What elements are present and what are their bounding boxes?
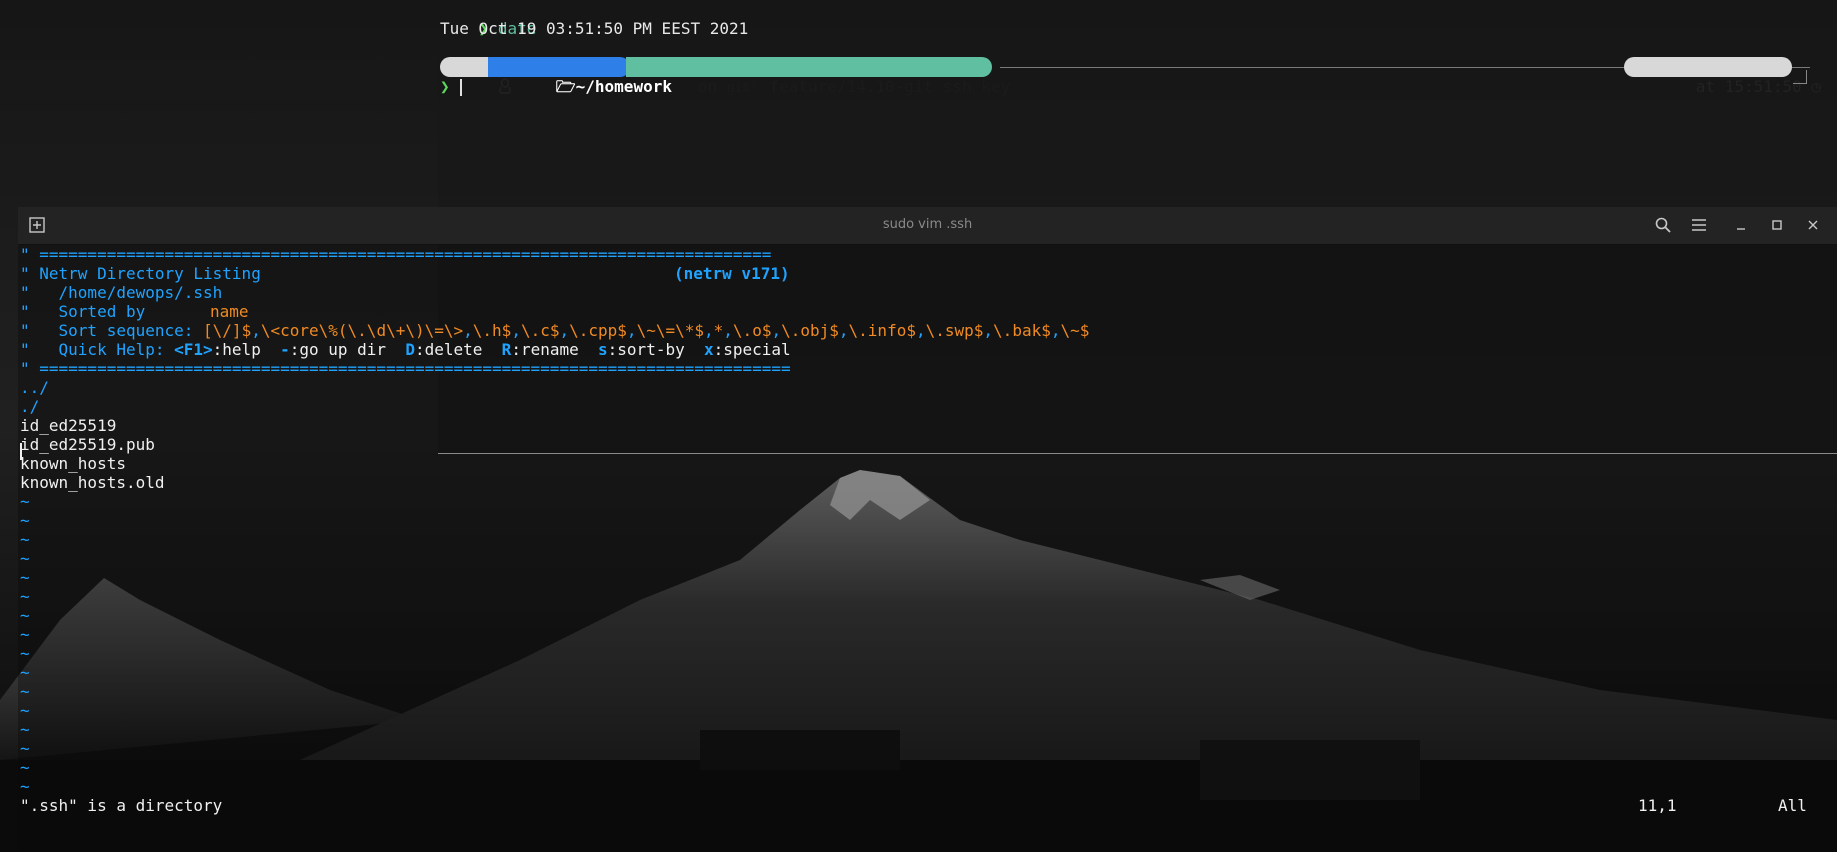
sort-separator: , [723,321,733,340]
scroll-indicator: All [1778,796,1807,815]
minimize-icon[interactable] [1732,216,1752,236]
help-action: :sort-by [607,340,704,359]
sort-separator: , [251,321,261,340]
sort-separator: , [559,321,570,340]
window-titlebar[interactable]: sudo vim .ssh [18,207,1837,245]
sort-pattern: \.info$ [848,321,916,340]
folder-icon: 🗁 [555,77,576,96]
file-entry[interactable]: id_ed25519 [20,416,116,435]
tilde-line: ~ [20,549,30,568]
new-tab-icon[interactable] [28,216,48,236]
help-action: :delete [414,340,502,359]
file-entry[interactable]: known_hosts [20,454,126,473]
cursor-position: 11,1 [1638,796,1677,815]
close-icon[interactable] [1804,216,1824,236]
netrw-sorted-by: " Sorted by name [20,302,249,321]
directory-segment: 🗁~/homework [488,57,672,96]
sort-pattern: \~\=\*$ [636,321,704,340]
netrw-separator-bottom: " ======================================… [20,359,791,378]
linux-icon [440,57,511,94]
input-prompt: ❯ [440,77,450,96]
netrw-separator-top: " ======================================… [20,245,772,264]
sort-pattern: \<core\%(\.\d\+\)\=\> [260,321,464,340]
window-title: sudo vim .ssh [882,217,973,232]
tilde-line: ~ [20,777,30,796]
sort-pattern: \.swp$ [925,321,984,340]
tilde-line: ~ [20,511,30,530]
sort-pattern: \.bak$ [993,321,1051,340]
sort-separator: , [915,321,926,340]
time-segment: at 15:51:50 ◷ [1624,57,1821,96]
vim-terminal-window[interactable]: sudo vim .ssh " ========================… [18,207,1837,852]
tilde-line: ~ [20,625,30,644]
clock-icon: ◷ [1811,77,1822,96]
sort-separator: , [838,321,849,340]
sort-pattern: * [713,321,724,340]
git-segment: on gitᚠ feature/14.10-git ssh key [626,57,1010,96]
status-message: ".ssh" is a directory [20,796,223,815]
resize-corner-icon[interactable] [1793,70,1807,84]
tilde-line: ~ [20,587,30,606]
branch-name: feature/14.10-git ssh key [769,77,1011,96]
sort-separator: , [983,321,994,340]
file-entry-selected[interactable]: id_ed25519.pub [20,435,155,454]
branch-icon: ᚠ [750,77,770,96]
sort-separator: , [511,321,521,340]
sort-separator: , [704,321,714,340]
git-icon: git [726,81,751,96]
sort-sequence-value: [\/]$,\<core\%(\.\d\+\)\=\>,\.h$,\.c$,\.… [203,321,1089,340]
help-key: R [501,340,512,359]
vim-cursor [20,443,22,460]
sort-pattern: \.cpp$ [569,321,627,340]
help-key: x [703,340,714,359]
tilde-line: ~ [20,663,30,682]
help-key: D [405,340,415,359]
powerline-prompt: 🗁~/homework on gitᚠ feature/14.10-git ss… [440,57,1830,96]
quick-help-keys: <F1>:help -:go up dir D:delete R:rename … [174,340,791,359]
netrw-sort-sequence: " Sort sequence: [\/]$,\<core\%(\.\d\+\)… [20,321,1090,340]
netrw-header: " Netrw Directory Listing (netrw v171) [20,264,790,283]
file-entry[interactable]: known_hosts.old [20,473,165,492]
help-key: <F1> [174,340,213,359]
help-action: :help [212,340,281,359]
help-key: s [598,340,608,359]
sort-pattern: [\/]$ [203,321,252,340]
terminal-cursor [460,79,462,96]
tilde-line: ~ [20,739,30,758]
tilde-line: ~ [20,530,30,549]
command-output: Tue Oct 19 03:51:50 PM EEST 2021 [440,19,749,38]
netrw-path: " /home/dewops/.ssh [20,283,223,302]
dir-entry-current[interactable]: ./ [20,397,39,416]
sort-pattern: \.h$ [472,321,512,340]
maximize-icon[interactable] [1768,216,1788,236]
sort-separator: , [626,321,637,340]
tilde-line: ~ [20,568,30,587]
sort-pattern: \.c$ [520,321,560,340]
sort-pattern: \.o$ [732,321,772,340]
help-action: :rename [511,340,599,359]
search-icon[interactable] [1654,216,1674,236]
help-action: :special [713,340,791,359]
netrw-quick-help: " Quick Help: <F1>:help -:go up dir D:de… [20,340,791,359]
tilde-line: ~ [20,606,30,625]
dir-entry-parent[interactable]: ../ [20,378,49,397]
sort-separator: , [771,321,782,340]
tilde-line: ~ [20,644,30,663]
tilde-line: ~ [20,720,30,739]
help-action: :go up dir [289,340,406,359]
vim-buffer[interactable]: " ======================================… [18,245,1837,852]
hamburger-menu-icon[interactable] [1690,216,1710,236]
tilde-line: ~ [20,682,30,701]
sort-pattern: \~$ [1060,321,1090,340]
tilde-line: ~ [20,492,30,511]
tilde-line: ~ [20,701,30,720]
sort-separator: , [463,321,473,340]
help-key: - [280,340,290,359]
sort-pattern: \.obj$ [781,321,839,340]
netrw-version: (netrw v171) [674,264,790,283]
tilde-line: ~ [20,758,30,777]
